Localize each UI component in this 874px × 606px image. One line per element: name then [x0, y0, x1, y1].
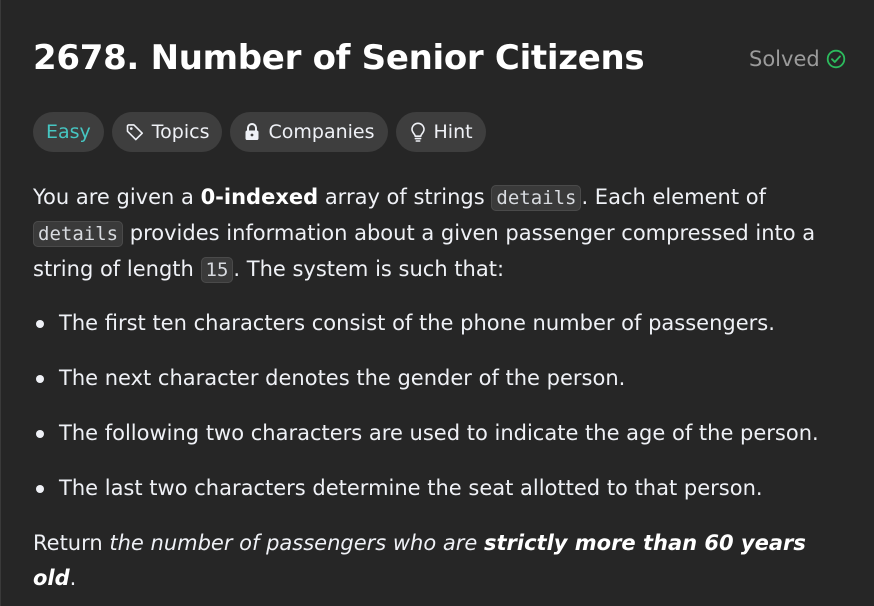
list-item: The last two characters determine the se… — [33, 471, 853, 526]
problem-statement: You are given a 0-indexed array of strin… — [33, 180, 853, 596]
intro-text-5: . The system is such that: — [233, 257, 505, 281]
solved-status: Solved — [749, 47, 846, 71]
topics-label: Topics — [151, 121, 210, 143]
details-code-2: details — [33, 221, 124, 247]
list-item: The next character denotes the gender of… — [33, 361, 853, 416]
rules-list: The first ten characters consist of the … — [33, 306, 853, 526]
list-item: The following two characters are used to… — [33, 416, 853, 471]
bullet-dot — [36, 375, 44, 383]
intro-text-3: . Each element of — [581, 185, 766, 209]
return-italic-text: the number of passengers who are — [109, 531, 484, 555]
problem-description-panel: 2678. Number of Senior Citizens Solved E… — [0, 0, 874, 606]
return-text-2: . — [69, 566, 77, 590]
solved-label: Solved — [749, 47, 820, 71]
tag-icon — [125, 122, 145, 142]
list-item-text: The following two characters are used to… — [59, 421, 819, 445]
difficulty-badge[interactable]: Easy — [33, 112, 104, 152]
intro-text-2: array of strings — [318, 185, 492, 209]
zero-indexed-emphasis: 0-indexed — [200, 185, 319, 209]
check-circle-icon — [826, 49, 846, 69]
problem-title: 2678. Number of Senior Citizens — [33, 38, 645, 78]
hint-button[interactable]: Hint — [395, 112, 486, 152]
lock-icon — [243, 122, 261, 142]
intro-paragraph: You are given a 0-indexed array of strin… — [33, 180, 853, 288]
return-text-1: Return — [33, 531, 110, 555]
list-item-text: The last two characters determine the se… — [59, 476, 763, 500]
return-italic: the number of passengers who are strictl… — [33, 531, 806, 590]
list-item: The first ten characters consist of the … — [33, 306, 853, 361]
intro-text-1: You are given a — [33, 185, 201, 209]
list-item-text: The next character denotes the gender of… — [59, 366, 626, 390]
list-item-text: The first ten characters consist of the … — [59, 311, 775, 335]
details-code: details — [491, 185, 582, 211]
lightbulb-icon — [409, 122, 427, 143]
return-paragraph: Return the number of passengers who are … — [33, 526, 853, 596]
bullet-dot — [36, 320, 44, 328]
tag-row: Easy Topics Companies Hint — [33, 112, 486, 152]
companies-button[interactable]: Companies — [230, 112, 388, 152]
hint-label: Hint — [433, 121, 473, 143]
bullet-dot — [36, 485, 44, 493]
difficulty-label: Easy — [46, 121, 91, 143]
length-code: 15 — [200, 257, 234, 283]
topics-button[interactable]: Topics — [111, 112, 223, 152]
companies-label: Companies — [268, 121, 375, 143]
bullet-dot — [36, 430, 44, 438]
